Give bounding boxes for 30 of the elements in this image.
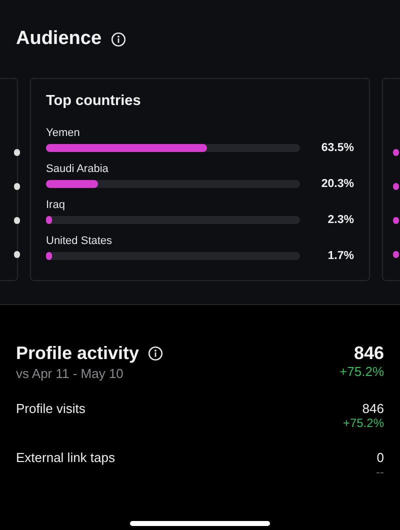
date-range: vs Apr 11 - May 10 bbox=[16, 366, 124, 381]
info-icon[interactable] bbox=[148, 346, 164, 361]
country-name: Yemen bbox=[46, 127, 81, 139]
bar-fragment bbox=[393, 251, 399, 258]
total-value: 846 bbox=[354, 343, 384, 364]
section-title: Audience bbox=[16, 28, 102, 50]
country-name: Saudi Arabia bbox=[46, 163, 110, 175]
bar-fragment bbox=[393, 149, 399, 156]
bar-fragment bbox=[393, 183, 399, 190]
section-title: Profile activity bbox=[16, 343, 140, 364]
percentage: 2.3% bbox=[326, 214, 354, 226]
metric-value: 846 bbox=[362, 401, 384, 416]
change-value: -- bbox=[376, 465, 384, 479]
info-icon[interactable] bbox=[110, 32, 126, 46]
percentage: 1.7% bbox=[326, 250, 354, 262]
metric-label: Profile visits bbox=[16, 401, 86, 418]
country-name: United States bbox=[46, 235, 114, 247]
bar-fragment bbox=[14, 217, 20, 224]
change-value: +75.2% bbox=[342, 416, 384, 430]
metric-label: External link taps bbox=[16, 450, 115, 467]
percentage: 20.3% bbox=[320, 178, 354, 190]
country-name: Iraq bbox=[46, 199, 66, 211]
metric-value: 0 bbox=[376, 450, 384, 465]
bar-fragment bbox=[393, 217, 399, 224]
change-value: +75.2% bbox=[340, 364, 384, 379]
bar-fragment bbox=[14, 183, 20, 190]
percentage: 63.5% bbox=[320, 142, 354, 154]
bar-fragment bbox=[14, 149, 20, 156]
card-title: Top countries bbox=[46, 93, 142, 109]
bar-fragment bbox=[14, 251, 20, 258]
